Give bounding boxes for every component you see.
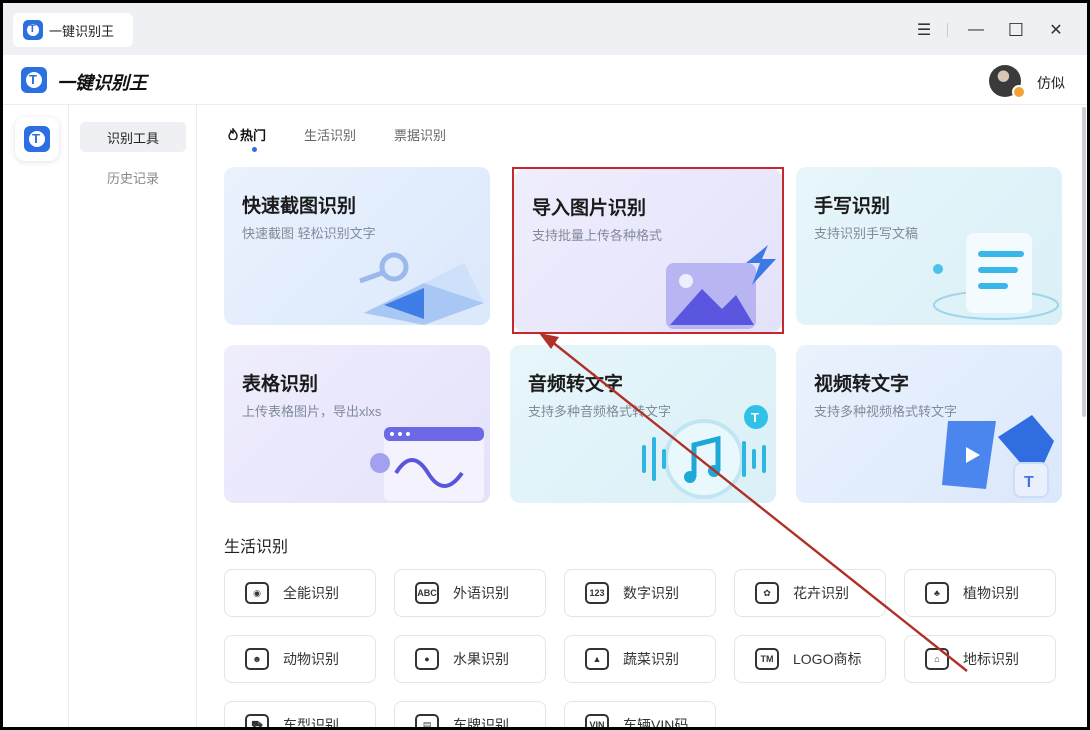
window-tab-title: 一键识别王	[49, 23, 115, 39]
card-title: 音频转文字	[528, 374, 624, 395]
card-title: 视频转文字	[814, 374, 910, 395]
tool-flower-scan[interactable]: ✿ 花卉识别	[734, 569, 886, 617]
logo-scan-icon: TM	[755, 648, 779, 670]
app-logo-icon	[21, 67, 47, 93]
tool-logo-scan[interactable]: TM LOGO商标	[734, 635, 886, 683]
car-scan-icon: ⛟	[245, 714, 269, 727]
tool-vin-scan[interactable]: VIN 车辆VIN码	[564, 701, 716, 727]
tool-label: 植物识别	[963, 585, 1019, 601]
minimize-button[interactable]: —	[963, 17, 989, 43]
tool-number-scan[interactable]: 123 数字识别	[564, 569, 716, 617]
tool-label: 数字识别	[623, 585, 679, 601]
tool-label: 车辆VIN码	[623, 717, 689, 727]
abc-scan-icon: ABC	[415, 582, 439, 604]
landmark-scan-icon: ⌂	[925, 648, 949, 670]
section-title-life: 生活识别	[224, 539, 289, 556]
tool-label: 车型识别	[283, 717, 339, 727]
tool-label: LOGO商标	[793, 651, 862, 667]
app-rail	[3, 105, 69, 727]
menu-icon[interactable]: ☰	[911, 17, 937, 43]
tab-hot[interactable]: 热门	[228, 125, 267, 152]
app-logo-icon	[23, 20, 43, 40]
card-screenshot-ocr[interactable]: 快速截图识别 快速截图 轻松识别文字	[224, 167, 490, 325]
sidebar-item-history[interactable]: 历史记录	[80, 162, 186, 192]
annotation-highlight-box	[512, 167, 784, 334]
tab-life[interactable]: 生活识别	[304, 125, 356, 144]
card-title: 快速截图识别	[242, 196, 357, 217]
tool-label: 地标识别	[963, 651, 1019, 667]
tool-eye-scan[interactable]: ◉ 全能识别	[224, 569, 376, 617]
tool-label: 水果识别	[453, 651, 509, 667]
tool-label: 全能识别	[283, 585, 339, 601]
app-header: 一键识别王 仿似	[3, 55, 1087, 105]
tab-hot-label: 热门	[240, 128, 267, 143]
card-subtitle: 快速截图 轻松识别文字	[242, 226, 376, 241]
tool-car-scan[interactable]: ⛟ 车型识别	[224, 701, 376, 727]
book-magnifier-icon	[359, 252, 484, 325]
vegetable-scan-icon: ▲	[585, 648, 609, 670]
tool-label: 车牌识别	[453, 717, 509, 727]
tool-fruit-scan[interactable]: ● 水果识别	[394, 635, 546, 683]
audio-wave-icon: T	[642, 405, 768, 499]
rail-app-button[interactable]	[15, 117, 59, 161]
handwriting-paper-icon	[933, 233, 1059, 320]
svg-text:T: T	[1024, 474, 1034, 491]
card-handwriting-ocr[interactable]: 手写识别 支持识别手写文稿	[796, 167, 1062, 325]
vip-badge-icon	[1012, 85, 1026, 99]
maximize-button[interactable]: ☐	[1003, 17, 1029, 43]
scrollbar[interactable]	[1082, 107, 1086, 417]
video-play-icon: T	[942, 415, 1054, 498]
title-bar: 一键识别王 ☰ — ☐ ✕	[3, 3, 1087, 55]
card-table-ocr[interactable]: 表格识别 上传表格图片，导出xlxs	[224, 345, 490, 503]
divider	[947, 23, 948, 37]
sidebar-item-tools[interactable]: 识别工具	[80, 122, 186, 152]
fire-icon	[228, 126, 238, 143]
app-logo-icon	[24, 126, 50, 152]
plant-scan-icon: ♣	[925, 582, 949, 604]
tool-landmark-scan[interactable]: ⌂ 地标识别	[904, 635, 1056, 683]
app-title: 一键识别王	[57, 73, 147, 93]
tool-plate-scan[interactable]: ▤ 车牌识别	[394, 701, 546, 727]
fruit-scan-icon: ●	[415, 648, 439, 670]
category-tabs: 热门 生活识别 票据识别	[228, 125, 484, 152]
window-tab[interactable]: 一键识别王	[13, 13, 133, 47]
main-content: 热门 生活识别 票据识别 快速截图识别 快速截图 轻松识别文字 导入图片识别 支…	[198, 105, 1087, 727]
tab-bills[interactable]: 票据识别	[394, 125, 446, 144]
card-subtitle: 支持识别手写文稿	[814, 226, 919, 241]
app-window: 一键识别王 ☰ — ☐ ✕ 一键识别王 仿似 识别工具 历史记录 热门	[3, 3, 1087, 727]
tool-plant-scan[interactable]: ♣ 植物识别	[904, 569, 1056, 617]
card-subtitle: 上传表格图片，导出xlxs	[242, 404, 382, 419]
username[interactable]: 仿似	[1037, 73, 1065, 93]
tool-abc-scan[interactable]: ABC 外语识别	[394, 569, 546, 617]
tool-label: 蔬菜识别	[623, 651, 679, 667]
card-title: 表格识别	[242, 374, 319, 395]
svg-text:T: T	[751, 410, 759, 425]
tool-label: 动物识别	[283, 651, 339, 667]
sidebar: 识别工具 历史记录	[70, 105, 197, 727]
plate-scan-icon: ▤	[415, 714, 439, 727]
vin-scan-icon: VIN	[585, 714, 609, 727]
flower-scan-icon: ✿	[755, 582, 779, 604]
tool-label: 外语识别	[453, 585, 509, 601]
number-scan-icon: 123	[585, 582, 609, 604]
card-title: 手写识别	[814, 196, 891, 217]
tool-vegetable-scan[interactable]: ▲ 蔬菜识别	[564, 635, 716, 683]
animal-scan-icon: ☻	[245, 648, 269, 670]
tool-animal-scan[interactable]: ☻ 动物识别	[224, 635, 376, 683]
tool-label: 花卉识别	[793, 585, 849, 601]
table-chart-icon	[370, 427, 484, 501]
card-video-to-text[interactable]: 视频转文字 支持多种视频格式转文字 T	[796, 345, 1062, 503]
eye-scan-icon: ◉	[245, 582, 269, 604]
card-audio-to-text[interactable]: 音频转文字 支持多种音频格式转文字 T	[510, 345, 776, 503]
close-button[interactable]: ✕	[1043, 17, 1069, 43]
